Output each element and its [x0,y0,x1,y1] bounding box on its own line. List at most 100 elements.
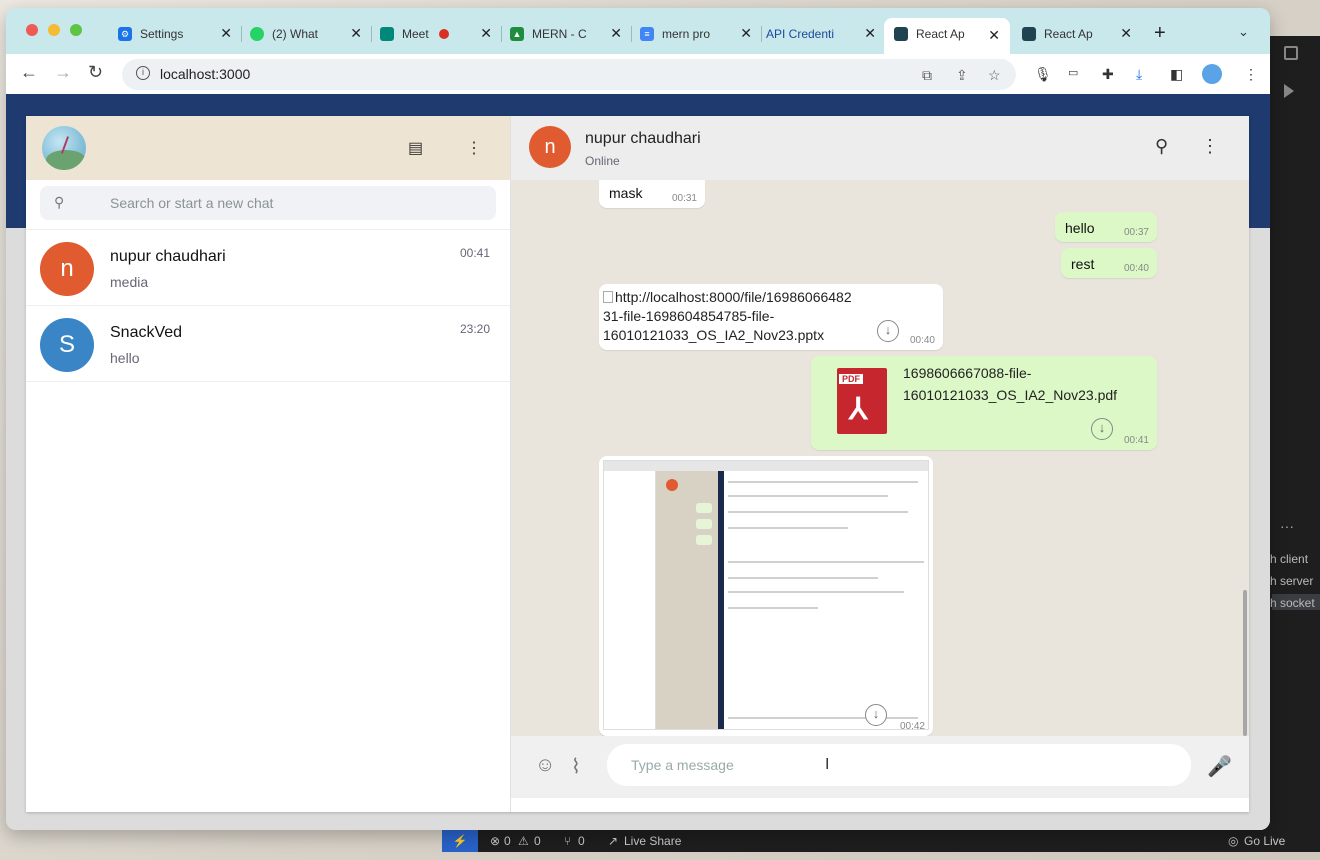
close-tab-icon[interactable]: ✕ [220,20,232,46]
message-bubble-outgoing: rest 00:40 [1061,248,1157,278]
extension-icon[interactable]: ▭ [1068,66,1078,79]
menu-icon[interactable]: ⋮ [466,138,482,158]
address-bar[interactable]: i localhost:3000 ⧉ ⇪ ☆ [122,59,1016,90]
close-tab-icon[interactable]: ✕ [740,20,752,46]
bookmark-star-icon[interactable]: ☆ [988,67,1001,84]
url-text[interactable]: localhost:3000 [160,66,250,82]
docs-icon: ≡ [640,26,654,41]
reload-button[interactable]: ↻ [88,62,103,83]
ports-icon[interactable]: ⑂ [564,834,571,848]
tab-settings[interactable]: ⚙ Settings ✕ [114,20,242,48]
message-time: 00:40 [909,335,935,346]
errors-count[interactable]: 0 [504,834,511,848]
tab-meet[interactable]: Meet ✕ [376,20,502,48]
warnings-count[interactable]: 0 [534,834,541,848]
message-list: mask 00:31 hello 00:37 rest 00:40 http:/… [511,180,1249,736]
terminal-line[interactable]: h server [1270,574,1320,588]
tab-react-app[interactable]: React Ap ✕ [1016,20,1142,48]
more-icon[interactable]: ··· [1280,518,1294,534]
image-attachment[interactable] [603,460,929,730]
search-input[interactable] [110,186,480,220]
terminal-line[interactable]: h client [1270,552,1320,566]
remote-icon[interactable]: ⚡ [442,830,478,852]
pdf-file-icon: PDF ⅄ [837,368,887,434]
warnings-icon[interactable]: ⚠ [518,834,529,848]
forward-button[interactable]: → [54,62,72,83]
live-share-icon[interactable]: ↗ [608,834,618,848]
chat-time: 00:41 [459,246,490,260]
close-window-button[interactable] [26,24,38,36]
message-text: rest [1071,256,1095,272]
new-chat-icon[interactable]: ▤ [408,138,423,158]
minimize-window-button[interactable] [48,24,60,36]
page-viewport: ▤ ⋮ ⚲ n nupur chaudhari media 00:41 S [6,94,1270,830]
emoji-icon[interactable]: ☺ [535,754,555,777]
tab-whatsapp[interactable]: (2) What ✕ [246,20,372,48]
message-scrollbar[interactable] [1243,590,1247,736]
back-button[interactable]: ← [20,62,38,83]
meet-icon [380,26,394,41]
chat-app: ▤ ⋮ ⚲ n nupur chaudhari media 00:41 S [26,116,1249,812]
avatar[interactable] [42,126,86,170]
tab-react-app-active[interactable]: React Ap ✕ [884,18,1010,54]
chat-list-item[interactable]: n nupur chaudhari media 00:41 [26,230,510,306]
message-input[interactable] [631,744,1171,786]
chat-sidebar: ▤ ⋮ ⚲ n nupur chaudhari media 00:41 S [26,116,511,812]
ports-count[interactable]: 0 [578,834,585,848]
avatar[interactable]: n [529,126,571,168]
broken-image-icon [603,291,613,303]
message-bubble-image-incoming: ↓ 00:42 [599,456,933,736]
layout-icon[interactable] [1284,46,1298,60]
tab-api-credentials[interactable]: API Credenti ✕ [766,20,886,48]
broadcast-icon[interactable]: ◎ [1228,834,1238,848]
message-time: 00:31 [671,193,697,204]
live-share-button[interactable]: Live Share [624,834,681,848]
download-icon[interactable]: ↓ [1091,418,1113,440]
text-cursor-icon: I [825,756,830,773]
whatsapp-icon [250,26,264,41]
puzzle-icon[interactable]: ✚ [1102,66,1114,83]
download-icon[interactable]: ⤓ [1136,66,1142,83]
search-icon[interactable]: ⚲ [1155,136,1168,157]
maximize-window-button[interactable] [70,24,82,36]
broken-image-link[interactable]: http://localhost:8000/file/16986066482 3… [603,288,852,345]
side-panel-icon[interactable]: ◧ [1170,66,1183,83]
profile-avatar[interactable] [1202,64,1222,84]
download-icon[interactable]: ↓ [877,320,899,342]
message-bubble-file-incoming: http://localhost:8000/file/16986066482 3… [599,284,943,350]
kebab-menu-icon[interactable]: ⋮ [1244,66,1258,83]
sidebar-header: ▤ ⋮ [26,116,510,180]
search-icon: ⚲ [54,194,65,210]
paperclip-icon[interactable]: ⌇ [571,754,581,779]
file-name: 1698606667088-file- 16010121033_OS_IA2_N… [903,365,1118,403]
contact-name[interactable]: nupur chaudhari [585,130,701,148]
errors-icon[interactable]: ⊗ [490,834,500,848]
run-icon[interactable] [1284,84,1294,98]
microphone-icon[interactable]: 🎤 [1207,754,1232,779]
close-tab-icon[interactable]: ✕ [350,20,362,46]
close-tab-icon[interactable]: ✕ [1120,20,1132,46]
tab-mern-doc[interactable]: ≡ mern pro ✕ [636,20,762,48]
install-app-icon[interactable]: ⧉ [922,67,932,84]
react-icon [894,26,908,41]
chat-list-item[interactable]: S SnackVed hello 23:20 [26,306,510,382]
microphone-extension-icon[interactable]: 🎙 [1034,66,1052,83]
close-tab-icon[interactable]: ✕ [988,20,1000,50]
search-box: ⚲ [40,186,496,220]
close-tab-icon[interactable]: ✕ [610,20,622,46]
go-live-button[interactable]: Go Live [1244,834,1285,848]
close-tab-icon[interactable]: ✕ [480,20,492,46]
avatar: n [40,242,94,296]
site-info-icon[interactable]: i [136,66,150,80]
close-tab-icon[interactable]: ✕ [864,20,876,46]
new-tab-button[interactable]: + [1154,22,1166,45]
tab-mern-drive[interactable]: ▲ MERN - C ✕ [506,20,632,48]
chevron-down-icon[interactable]: ⌄ [1238,24,1249,40]
terminal-line[interactable]: h socket [1270,596,1320,610]
message-bubble-outgoing: hello 00:37 [1055,212,1157,242]
download-icon[interactable]: ↓ [865,704,887,726]
chat-preview: media [110,274,149,290]
chat-name: SnackVed [110,324,183,341]
share-icon[interactable]: ⇪ [956,67,968,84]
menu-icon[interactable]: ⋮ [1201,136,1219,157]
